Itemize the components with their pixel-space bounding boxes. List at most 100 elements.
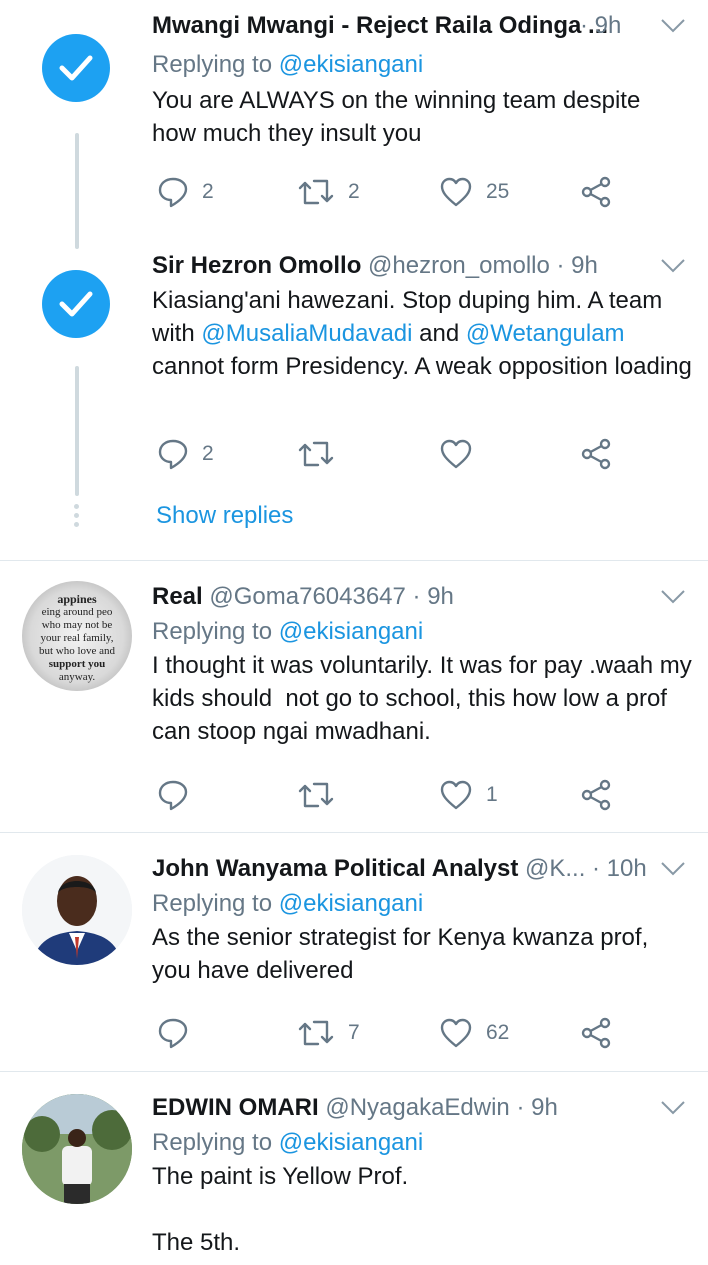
action-bar: 7 62 <box>152 1013 622 1053</box>
like-button[interactable] <box>440 434 472 474</box>
avatar[interactable] <box>22 855 132 965</box>
share-button[interactable] <box>580 775 612 815</box>
tweet-4[interactable]: EDWIN OMARI @NyagakaEdwin · 9h Replying … <box>0 1072 708 1265</box>
tweet-1[interactable]: Sir Hezron Omollo @hezron_omollo · 9h Ki… <box>0 250 708 560</box>
retweet-icon <box>298 782 334 808</box>
tweet-text-part: and <box>412 320 466 347</box>
author-name[interactable]: Mwangi Mwangi - Reject Raila Odinga ... <box>152 12 608 39</box>
chevron-down-icon[interactable] <box>660 861 686 877</box>
retweet-icon <box>298 179 334 205</box>
chevron-down-icon[interactable] <box>660 258 686 274</box>
checkmark-icon <box>59 291 93 317</box>
tweet-time: · 9h <box>516 1094 558 1121</box>
author-handle[interactable]: @K... <box>525 855 585 882</box>
mention-link[interactable]: @Wetangulam <box>466 320 625 347</box>
tweet-header: EDWIN OMARI @NyagakaEdwin · 9h <box>152 1092 692 1124</box>
chevron-down-icon[interactable] <box>660 589 686 605</box>
like-icon <box>440 780 472 810</box>
reply-button[interactable]: 2 <box>158 434 214 474</box>
thread-line <box>75 366 79 496</box>
action-bar: 1 <box>152 775 622 815</box>
replying-to-handle[interactable]: @ekisiangani <box>279 618 423 645</box>
checkmark-icon <box>59 55 93 81</box>
tweet-time: · 9h <box>556 252 598 279</box>
person-photo-icon <box>22 855 132 965</box>
tweet-text: You are ALWAYS on the winning team despi… <box>152 87 647 147</box>
tweet-header: Real @Goma76043647 · 9h <box>152 581 692 613</box>
reply-icon <box>158 177 188 208</box>
show-replies-link[interactable]: Show replies <box>156 502 293 530</box>
share-icon <box>581 1017 611 1049</box>
chevron-down-icon[interactable] <box>660 18 686 34</box>
tweet-3[interactable]: John Wanyama Political Analyst @K... · 1… <box>0 833 708 1071</box>
retweet-icon <box>298 441 334 467</box>
like-count: 1 <box>486 783 498 806</box>
retweet-icon <box>298 1020 334 1046</box>
reply-icon <box>158 439 188 470</box>
share-icon <box>581 779 611 811</box>
reply-icon <box>158 1018 188 1049</box>
retweet-button[interactable]: 2 <box>298 172 360 212</box>
share-button[interactable] <box>580 434 612 474</box>
like-button[interactable]: 25 <box>440 172 509 212</box>
reply-count: 2 <box>202 442 214 465</box>
tweet-text: The paint is Yellow Prof. The 5th. <box>152 1163 409 1256</box>
tweet-header: John Wanyama Political Analyst @K... · 1… <box>152 853 692 885</box>
reply-button[interactable] <box>158 1013 188 1053</box>
avatar-quote-text: appines eing around peo who may not be y… <box>38 592 116 684</box>
like-icon <box>440 177 472 207</box>
replying-to-handle[interactable]: @ekisiangani <box>279 51 423 78</box>
tweet-2[interactable]: appines eing around peo who may not be y… <box>0 561 708 831</box>
avatar[interactable]: appines eing around peo who may not be y… <box>22 581 132 691</box>
tweet-text: As the senior strategist for Kenya kwanz… <box>152 924 655 984</box>
like-count: 25 <box>486 180 510 203</box>
replying-to: Replying to @ekisiangani <box>152 48 692 82</box>
avatar[interactable] <box>22 1094 132 1204</box>
like-count: 62 <box>486 1021 510 1044</box>
like-icon <box>440 1018 472 1048</box>
verified-avatar[interactable] <box>42 34 110 102</box>
tweet-header: Mwangi Mwangi - Reject Raila Odinga ... … <box>152 10 692 42</box>
share-button[interactable] <box>580 172 612 212</box>
replying-to-label: Replying to <box>152 618 273 645</box>
replying-to-label: Replying to <box>152 890 273 917</box>
action-bar: 2 <box>152 434 622 474</box>
author-handle[interactable]: @NyagakaEdwin <box>325 1094 509 1121</box>
author-name[interactable]: EDWIN OMARI <box>152 1094 319 1121</box>
thread-dots <box>74 504 80 531</box>
tweet-text: I thought it was voluntarily. It was for… <box>152 652 699 745</box>
author-name[interactable]: John Wanyama Political Analyst <box>152 855 518 882</box>
retweet-button[interactable] <box>298 434 334 474</box>
author-handle[interactable]: @hezron_omollo <box>368 252 550 279</box>
replying-to-label: Replying to <box>152 51 273 78</box>
reply-icon <box>158 780 188 811</box>
tweet-time: · 9h <box>412 583 454 610</box>
retweet-button[interactable]: 7 <box>298 1013 360 1053</box>
verified-avatar[interactable] <box>42 270 110 338</box>
author-name[interactable]: Real <box>152 583 203 610</box>
thread-line <box>75 133 79 249</box>
replying-to-handle[interactable]: @ekisiangani <box>279 890 423 917</box>
tweet-header: Sir Hezron Omollo @hezron_omollo · 9h <box>152 250 692 282</box>
author-name[interactable]: Sir Hezron Omollo <box>152 252 361 279</box>
mention-link[interactable]: @MusaliaMudavadi <box>201 320 412 347</box>
retweet-button[interactable] <box>298 775 334 815</box>
reply-button[interactable]: 2 <box>158 172 214 212</box>
replying-to: Replying to @ekisiangani <box>152 615 692 649</box>
share-icon <box>581 438 611 470</box>
like-button[interactable]: 62 <box>440 1013 509 1053</box>
tweet-text: Kiasiang'ani hawezani. Stop duping him. … <box>152 284 692 383</box>
author-handle[interactable]: @Goma76043647 <box>209 583 406 610</box>
person-photo-icon <box>22 1094 132 1204</box>
replying-to: Replying to @ekisiangani <box>152 887 692 921</box>
tweet-0[interactable]: Mwangi Mwangi - Reject Raila Odinga ... … <box>0 0 708 250</box>
reply-count: 2 <box>202 180 214 203</box>
tweet-time: · 9h <box>580 12 622 39</box>
replying-to-handle[interactable]: @ekisiangani <box>279 1129 423 1156</box>
reply-button[interactable] <box>158 775 188 815</box>
retweet-count: 7 <box>348 1021 360 1044</box>
like-button[interactable]: 1 <box>440 775 498 815</box>
chevron-down-icon[interactable] <box>660 1100 686 1116</box>
share-button[interactable] <box>580 1013 612 1053</box>
tweet-time: · 10h <box>592 855 647 882</box>
